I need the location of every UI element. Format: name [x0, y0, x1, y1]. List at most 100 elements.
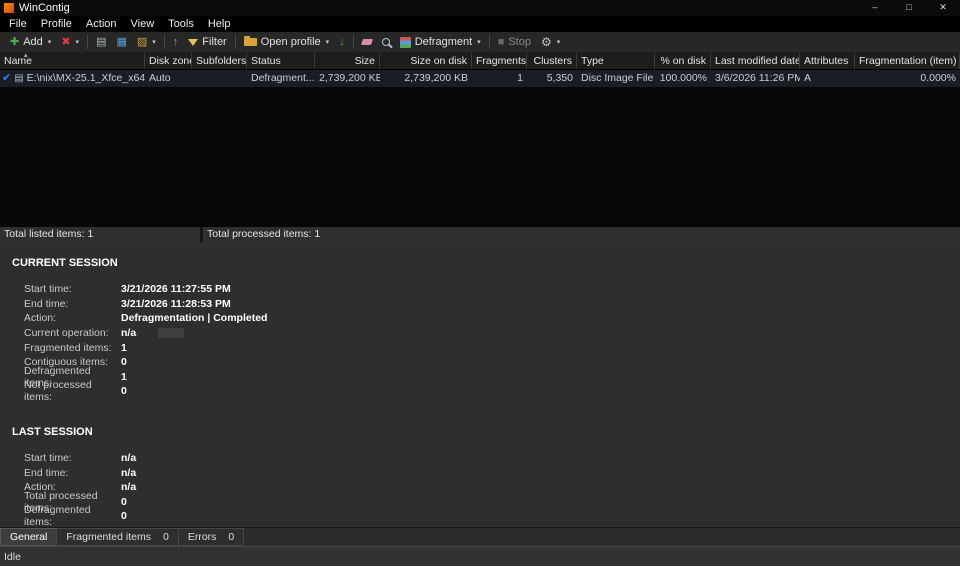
subfolders-cell [192, 70, 247, 87]
fragments-cell: 1 [472, 70, 527, 87]
fragmentation-cell: 0.000% [855, 70, 960, 87]
save-profile-button[interactable]: ↓ [334, 36, 350, 49]
field-label: Fragmented items: [24, 342, 121, 354]
minimize-button[interactable]: – [858, 0, 892, 16]
save-profile-icon: ↓ [339, 37, 345, 48]
tab-errors[interactable]: Errors 0 [178, 528, 244, 546]
toolbar: ✚ Add ▾ ✖ ▾ ▤ ▦ ▨ ▾ ↑ Filter Open p [0, 32, 960, 53]
app-icon [4, 3, 14, 13]
clear-list-button[interactable]: ▤ [91, 36, 111, 49]
last-session-title: LAST SESSION [12, 426, 960, 438]
toolbar-separator [87, 35, 88, 49]
open-folder-icon [244, 38, 257, 46]
last-session-fields: Start time: n/a End time: n/a Action: n/… [24, 451, 960, 524]
totals-strip: Total listed items: 1 Total processed it… [0, 227, 960, 242]
column-header-type[interactable]: Type [577, 53, 655, 69]
chevron-down-icon: ▾ [152, 38, 156, 46]
column-header-last-modified[interactable]: Last modified date [711, 53, 800, 69]
field-value: 3/21/2026 11:28:53 PM [121, 298, 231, 310]
remove-button[interactable]: ✖ ▾ [56, 36, 84, 49]
menu-tools[interactable]: Tools [161, 16, 201, 32]
toolbar-separator [489, 35, 490, 49]
menu-file[interactable]: File [2, 16, 34, 32]
column-header-pct-on-disk[interactable]: % on disk [655, 53, 711, 69]
field-label: End time: [24, 298, 121, 310]
tab-count-badge: 0 [228, 531, 234, 543]
field-defragmented-items: Defragmented items: 1 [24, 370, 960, 385]
filter-label: Filter [202, 36, 226, 48]
field-value: 3/21/2026 11:27:55 PM [121, 283, 231, 295]
stop-label: Stop [508, 36, 531, 48]
clusters-cell: 5,350 [527, 70, 577, 87]
column-header-name[interactable]: Name ▴ [0, 53, 145, 69]
menu-profile[interactable]: Profile [34, 16, 79, 32]
status-cell: Defragment... [247, 70, 315, 87]
column-header-fragments[interactable]: Fragments [472, 53, 527, 69]
field-not-processed-items: Not processed items: 0 [24, 384, 960, 399]
field-label: Start time: [24, 452, 121, 464]
attributes-cell: A [800, 70, 855, 87]
column-header-attributes[interactable]: Attributes [800, 53, 855, 69]
eraser-icon [361, 39, 373, 45]
defragment-label: Defragment [415, 36, 472, 48]
column-header-fragmentation[interactable]: Fragmentation (item) [855, 53, 960, 69]
field-value: n/a [121, 452, 136, 464]
field-label: End time: [24, 467, 121, 479]
type-cell: Disc Image File [577, 70, 655, 87]
up-arrow-icon: ↑ [173, 37, 179, 48]
column-header-subfolders[interactable]: Subfolders [192, 53, 247, 69]
tab-label: Fragmented items [66, 531, 151, 543]
column-header-size-on-disk[interactable]: Size on disk [380, 53, 472, 69]
operation-progress-bar [158, 328, 184, 338]
field-current-operation: Current operation: n/a [24, 326, 960, 341]
tab-fragmented-items[interactable]: Fragmented items 0 [56, 528, 178, 546]
clean-button[interactable] [357, 38, 377, 46]
analyze-button[interactable] [377, 37, 395, 47]
field-fragmented-items: Fragmented items: 1 [24, 340, 960, 355]
column-header-disk-zone[interactable]: Disk zone [145, 53, 192, 69]
stop-button[interactable]: ■ Stop [493, 35, 536, 49]
field-label: Start time: [24, 283, 121, 295]
table-row[interactable]: ✔ ▤ E:\nix\MX-25.1_Xfce_x64.iso Auto Def… [0, 70, 960, 87]
add-button[interactable]: ✚ Add ▾ [5, 35, 56, 49]
column-header-status[interactable]: Status [247, 53, 315, 69]
settings-button[interactable]: ⚙ ▾ [536, 36, 565, 49]
close-button[interactable]: ✕ [926, 0, 960, 16]
open-profile-label: Open profile [261, 36, 321, 48]
checkbox-checked-icon[interactable]: ✔ [2, 70, 11, 87]
toolbar-separator [164, 35, 165, 49]
field-start-time: Start time: n/a [24, 451, 960, 466]
tab-general[interactable]: General [0, 528, 57, 546]
menu-view[interactable]: View [124, 16, 162, 32]
field-label: Action: [24, 312, 121, 324]
chevron-down-icon: ▾ [326, 38, 330, 46]
tab-label: Errors [188, 531, 217, 543]
menubar: File Profile Action View Tools Help [0, 16, 960, 32]
field-label: Defragmented items: [24, 504, 121, 527]
disk-zone-cell: Auto [145, 70, 192, 87]
appearance-button[interactable]: ▨ ▾ [132, 36, 161, 49]
field-contiguous-items: Contiguous items: 0 [24, 355, 960, 370]
filter-button[interactable]: Filter [183, 35, 231, 49]
field-end-time: End time: n/a [24, 465, 960, 480]
window-controls: – □ ✕ [858, 0, 960, 16]
move-up-button[interactable]: ↑ [168, 36, 184, 49]
column-header-clusters[interactable]: Clusters [527, 53, 577, 69]
field-value: Defragmentation | Completed [121, 312, 267, 324]
tab-label: General [10, 531, 47, 543]
stop-icon: ■ [498, 37, 505, 48]
gear-icon: ⚙ [541, 37, 552, 48]
page-icon: ▤ [96, 37, 106, 48]
view-mode-button[interactable]: ▦ [111, 36, 131, 49]
total-listed-items: Total listed items: 1 [0, 227, 200, 242]
menu-action[interactable]: Action [79, 16, 124, 32]
current-session-fields: Start time: 3/21/2026 11:27:55 PM End ti… [24, 282, 960, 399]
add-icon: ✚ [10, 37, 19, 48]
menu-help[interactable]: Help [201, 16, 238, 32]
defragment-button[interactable]: Defragment ▾ [395, 35, 486, 49]
maximize-button[interactable]: □ [892, 0, 926, 16]
file-name-cell: ✔ ▤ E:\nix\MX-25.1_Xfce_x64.iso [0, 70, 145, 87]
statusbar: Idle [0, 546, 960, 566]
open-profile-button[interactable]: Open profile ▾ [239, 35, 334, 49]
column-header-size[interactable]: Size [315, 53, 380, 69]
